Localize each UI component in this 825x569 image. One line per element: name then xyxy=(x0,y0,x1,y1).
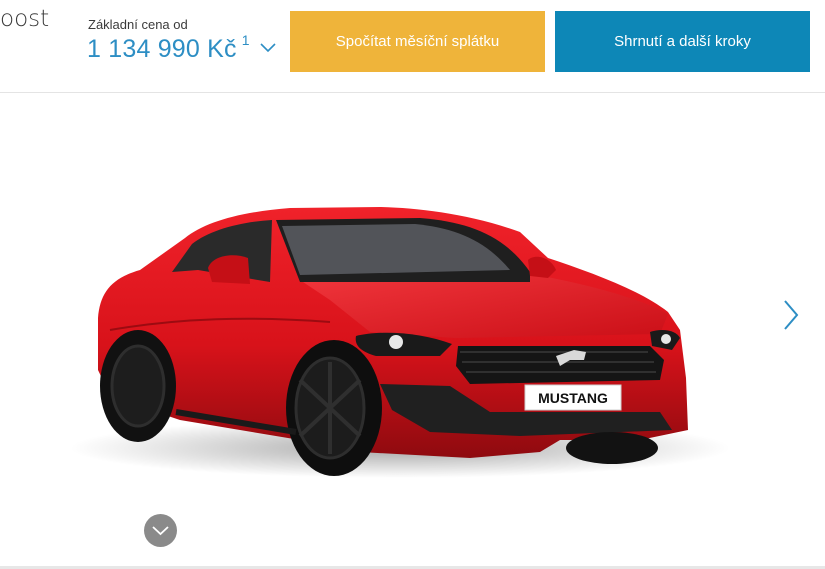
chevron-down-icon xyxy=(152,525,169,535)
scroll-down-button[interactable] xyxy=(144,514,177,547)
price-label: Základní cena od xyxy=(88,17,188,32)
model-title: oost xyxy=(0,6,50,32)
configurator-header: oost Základní cena od 1 134 990 Kč 1 Spo… xyxy=(0,0,825,93)
price-value: 1 134 990 Kč xyxy=(87,35,237,63)
vehicle-gallery: MUSTANG xyxy=(0,93,825,567)
license-plate-text: MUSTANG xyxy=(538,390,608,406)
car-image: MUSTANG xyxy=(70,207,730,478)
chevron-right-icon[interactable] xyxy=(780,298,802,332)
summary-next-steps-button[interactable]: Shrnutí a další kroky xyxy=(555,11,810,72)
chevron-down-icon xyxy=(259,43,276,53)
price-toggle[interactable]: 1 134 990 Kč 1 xyxy=(87,32,276,65)
calculate-payment-button[interactable]: Spočítat měsíční splátku xyxy=(290,11,545,72)
price-footnote: 1 xyxy=(241,32,250,48)
